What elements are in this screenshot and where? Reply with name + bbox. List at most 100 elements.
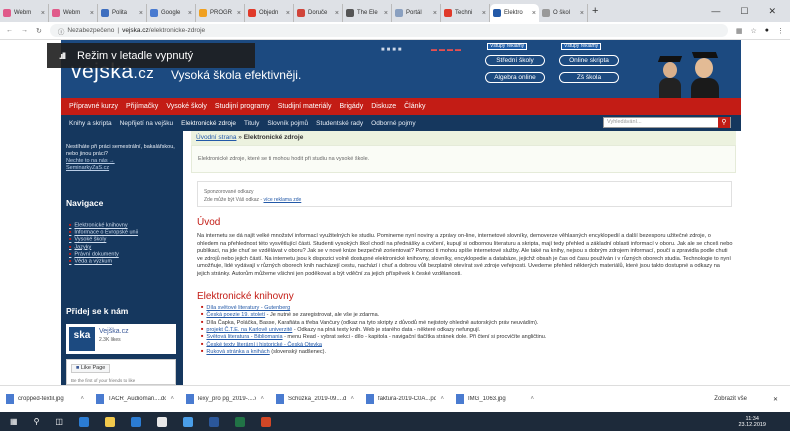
sidebar-nav-item[interactable]: Elektronické knihovny xyxy=(69,222,179,229)
subnav-item[interactable]: Studentské rady xyxy=(316,120,363,127)
minimize-icon[interactable]: — xyxy=(711,6,720,17)
browser-tab[interactable]: Webm × xyxy=(0,4,49,22)
browser-tab[interactable]: Techni × xyxy=(441,4,490,22)
download-menu-icon[interactable]: ˄ xyxy=(170,396,174,402)
tab-close-icon[interactable]: × xyxy=(532,10,536,17)
tab-close-icon[interactable]: × xyxy=(482,10,486,17)
tab-close-icon[interactable]: × xyxy=(237,10,241,17)
extensions-icon[interactable]: ▦ xyxy=(736,27,743,35)
tab-close-icon[interactable]: × xyxy=(286,10,290,17)
library-link[interactable]: Ruková stránka a knihách xyxy=(206,349,269,355)
library-link[interactable]: Díla světové literatury - Gutenberg xyxy=(206,305,290,311)
top-link-zs-skola[interactable]: Zš škola xyxy=(559,72,619,83)
nav-item[interactable]: Přijímačky xyxy=(126,103,158,110)
reload-icon[interactable]: ↻ xyxy=(36,27,42,35)
subnav-item[interactable]: Slovník pojmů xyxy=(267,120,308,127)
nav-item[interactable]: Diskuze xyxy=(371,103,396,110)
search-taskbar-icon[interactable]: ⚲ xyxy=(34,417,40,426)
search-icon[interactable]: ⚲ xyxy=(718,117,730,128)
download-menu-icon[interactable]: ˄ xyxy=(260,396,264,402)
language-flags[interactable]: ▬▬▬▬ xyxy=(431,47,463,53)
browser-tab[interactable]: Portál × xyxy=(392,4,441,22)
social-icons[interactable]: ■■■■ xyxy=(381,47,404,53)
forward-icon[interactable]: → xyxy=(21,27,28,34)
sidebar-nav-item[interactable]: Informace o Evropské unii xyxy=(69,229,179,236)
subnav-item[interactable]: Knihy a skripta xyxy=(69,120,112,127)
top-link-algebra-online[interactable]: Algebra online xyxy=(485,72,545,83)
browser-tab[interactable]: PROGR × xyxy=(196,4,245,22)
tab-close-icon[interactable]: × xyxy=(188,10,192,17)
browser-tab[interactable]: Webm × xyxy=(49,4,98,22)
bookmark-star-icon[interactable]: ☆ xyxy=(750,27,756,35)
breadcrumb-home[interactable]: Úvodní strana xyxy=(196,134,236,141)
promo-link[interactable]: Nechte to na nás → xyxy=(66,158,115,164)
nav-item[interactable]: Studijní programy xyxy=(215,103,270,110)
show-all-downloads[interactable]: Zobrazit vše xyxy=(714,396,747,402)
close-icon[interactable]: ✕ xyxy=(768,6,776,17)
search-input[interactable]: Vyhledávání... ⚲ xyxy=(603,117,731,128)
nav-item[interactable]: Brigády xyxy=(339,103,363,110)
task-view-icon[interactable]: ◫ xyxy=(55,417,63,426)
tab-close-icon[interactable]: × xyxy=(580,10,584,17)
sponsored-link[interactable]: více reklama zde xyxy=(263,197,301,203)
excel-icon[interactable] xyxy=(234,416,245,427)
browser-tab[interactable]: Google × xyxy=(147,4,196,22)
sidebar-nav-item[interactable]: Jazyky xyxy=(69,244,179,251)
tab-close-icon[interactable]: × xyxy=(433,10,437,17)
library-link[interactable]: České texty literární i historické - Čes… xyxy=(206,341,322,347)
like-page-button[interactable]: ■ Like Page xyxy=(71,364,111,373)
library-link[interactable]: Česká poezie 19. století xyxy=(206,312,265,318)
edge-icon[interactable] xyxy=(78,416,89,427)
download-item[interactable]: Schůzka_2019-09....docx˄ xyxy=(270,394,360,404)
tab-close-icon[interactable]: × xyxy=(90,10,94,17)
close-downloads-icon[interactable]: ✕ xyxy=(773,396,778,403)
profile-icon[interactable]: ● xyxy=(765,27,769,34)
new-tab-button[interactable]: + xyxy=(592,5,598,17)
browser-tab[interactable]: Objedn × xyxy=(245,4,294,22)
menu-icon[interactable]: ⋮ xyxy=(777,27,784,35)
store-icon[interactable] xyxy=(130,416,141,427)
fb-page-name[interactable]: Vejška.cz xyxy=(99,328,129,335)
download-item[interactable]: lexy_pro pg_2019-....xlsx˄ xyxy=(180,394,270,404)
download-item[interactable]: faktura-2019-C0A...pdf ˄ xyxy=(360,394,450,404)
sidebar-nav-item[interactable]: Právní dokumenty xyxy=(69,251,179,258)
sidebar-nav-item[interactable]: Věda a výzkum xyxy=(69,258,179,265)
promo-site-link[interactable]: SeminarkyZaS.cz xyxy=(66,165,109,171)
explorer-icon[interactable] xyxy=(104,416,115,427)
tab-close-icon[interactable]: × xyxy=(384,10,388,17)
top-link-stredni-skoly[interactable]: Střední školy xyxy=(485,55,545,66)
tab-close-icon[interactable]: × xyxy=(335,10,339,17)
subnav-item[interactable]: Tituly xyxy=(244,120,259,127)
download-menu-icon[interactable]: ˄ xyxy=(350,396,354,402)
download-menu-icon[interactable]: ˄ xyxy=(80,396,84,402)
nav-item[interactable]: Články xyxy=(404,103,425,110)
mail-icon[interactable] xyxy=(156,416,167,427)
chrome-icon[interactable] xyxy=(182,416,193,427)
subnav-item[interactable]: Odborné pojmy xyxy=(371,120,415,127)
start-icon[interactable]: ▦ xyxy=(10,417,18,426)
facebook-widget[interactable]: ska Vejška.cz 2.3K likes xyxy=(66,324,176,354)
nav-item[interactable]: Studijní materiály xyxy=(278,103,332,110)
download-item[interactable]: IMG_1063.jpg ˄ xyxy=(450,394,540,404)
download-item[interactable]: TAČR_Audioman....docx˄ xyxy=(90,394,180,404)
nav-item[interactable]: Vysoké školy xyxy=(166,103,207,110)
top-link-online-skripta[interactable]: Online skripta xyxy=(559,55,619,66)
browser-tab[interactable]: Polita × xyxy=(98,4,147,22)
download-item[interactable]: cropped-textil.jpg ˄ xyxy=(0,394,90,404)
library-link[interactable]: projekt Č.T.E. na Karlově univerzitě xyxy=(206,327,292,333)
download-menu-icon[interactable]: ˄ xyxy=(530,396,534,402)
url-field[interactable]: ⓘ Nezabezpečeno | vejska.cz /elektronick… xyxy=(49,24,728,37)
tab-close-icon[interactable]: × xyxy=(41,10,45,17)
word-icon[interactable] xyxy=(208,416,219,427)
library-link[interactable]: Světová literatura - Bibliomania xyxy=(206,334,282,340)
sidebar-nav-item[interactable]: Vysoké školy xyxy=(69,236,179,243)
maximize-icon[interactable]: ☐ xyxy=(740,6,748,17)
browser-tab[interactable]: Doruče × xyxy=(294,4,343,22)
subnav-item[interactable]: Elektronické zdroje xyxy=(181,120,236,127)
powerpoint-icon[interactable] xyxy=(260,416,271,427)
download-menu-icon[interactable]: ˄ xyxy=(440,396,444,402)
tab-close-icon[interactable]: × xyxy=(139,10,143,17)
browser-tab[interactable]: The Ele × xyxy=(343,4,392,22)
browser-tab[interactable]: Elektro × xyxy=(490,4,539,22)
clock[interactable]: 11:34 23.12.2019 xyxy=(738,416,766,428)
